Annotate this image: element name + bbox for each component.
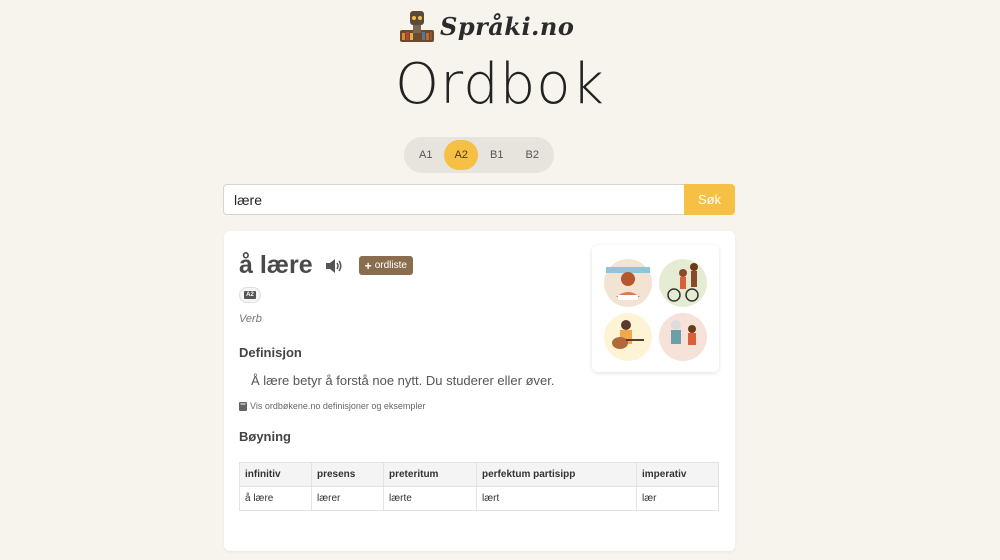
page-title: Ordbok: [395, 52, 605, 117]
add-to-wordlist-button[interactable]: + ordliste: [358, 256, 413, 275]
word-illustration: [592, 245, 719, 372]
word-class: Verb: [239, 313, 262, 325]
plus-icon: +: [364, 258, 372, 273]
level-b1[interactable]: B1: [480, 140, 514, 170]
definition-heading: Definisjon: [239, 345, 302, 360]
conjugation-heading: Bøyning: [239, 429, 291, 444]
word-title: å lære: [239, 251, 313, 279]
level-a2[interactable]: A2: [444, 140, 479, 170]
table-header-row: infinitiv presens preteritum perfektum p…: [239, 462, 719, 487]
search-bar: Søk: [223, 184, 735, 215]
word-header: å lære + ordliste: [239, 251, 413, 280]
site-logo[interactable]: Språki.no: [398, 8, 574, 44]
column-header: infinitiv: [239, 462, 312, 487]
site-name: Språki.no: [440, 11, 575, 41]
definition-text: Å lære betyr å forstå noe nytt. Du stude…: [251, 373, 555, 388]
table-cell: å lære: [239, 486, 312, 511]
level-badge: A2: [239, 287, 261, 303]
book-icon: [239, 401, 247, 411]
table-cell: lærte: [383, 486, 477, 511]
speaker-icon[interactable]: [325, 258, 343, 274]
column-header: preteritum: [383, 462, 477, 487]
search-input[interactable]: [223, 184, 684, 215]
table-cell: lærer: [311, 486, 384, 511]
table-row: å lære lærer lærte lært lær: [239, 486, 719, 511]
ordbok-link-label: Vis ordbøkene.no definisjoner og eksempl…: [250, 401, 426, 411]
level-selector: A1 A2 B1 B2: [404, 137, 554, 173]
level-badge-label: A2: [244, 291, 256, 299]
bookshelf-robot-icon: [400, 11, 434, 42]
column-header: perfektum partisipp: [476, 462, 637, 487]
conjugation-table: infinitiv presens preteritum perfektum p…: [239, 462, 719, 511]
column-header: imperativ: [636, 462, 719, 487]
level-a1[interactable]: A1: [409, 140, 443, 170]
ordbok-link[interactable]: Vis ordbøkene.no definisjoner og eksempl…: [239, 401, 425, 411]
search-button[interactable]: Søk: [684, 184, 735, 215]
wordlist-button-label: ordliste: [374, 260, 407, 271]
learning-illustration: [604, 259, 707, 361]
column-header: presens: [311, 462, 384, 487]
entry-card: å lære + ordliste A2 Verb Definisjon Å l…: [224, 231, 735, 551]
level-b2[interactable]: B2: [515, 140, 549, 170]
table-cell: lær: [636, 486, 719, 511]
table-cell: lært: [476, 486, 637, 511]
